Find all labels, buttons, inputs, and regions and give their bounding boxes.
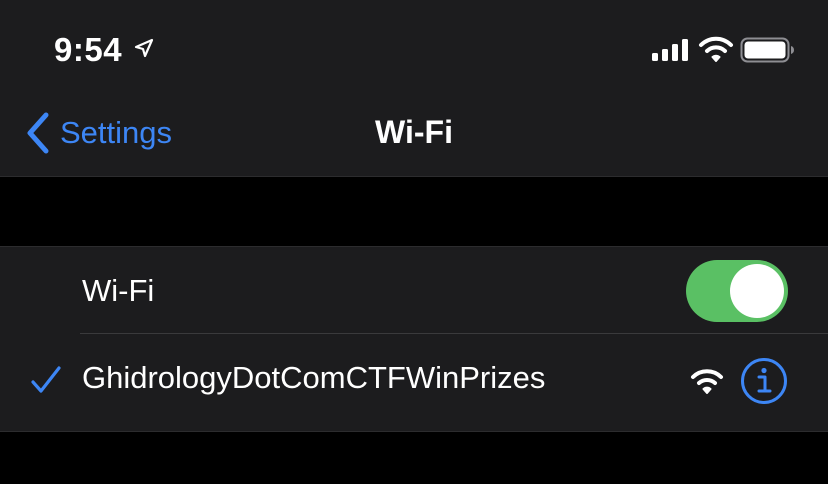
navigation-bar: Settings Wi-Fi: [0, 100, 828, 177]
network-row-connected[interactable]: GhidrologyDotComCTFWinPrizes: [0, 340, 828, 432]
battery-icon: [740, 37, 794, 63]
row-divider: [80, 333, 828, 334]
status-time: 9:54: [54, 31, 123, 68]
toggle-knob: [730, 264, 784, 318]
location-arrow-icon: [134, 38, 154, 58]
page-title: Wi-Fi: [375, 114, 453, 150]
cellular-signal-icon: [652, 39, 688, 61]
info-icon[interactable]: [740, 357, 788, 405]
wifi-toggle-row: Wi-Fi: [0, 247, 828, 339]
nav-divider: [0, 176, 828, 177]
status-bar: 9:54: [0, 0, 828, 100]
wifi-strength-icon: [691, 369, 723, 394]
wifi-toggle-label: Wi-Fi: [82, 273, 155, 308]
header-area: 9:54 Settings Wi-Fi: [0, 0, 828, 177]
wifi-icon: [699, 36, 733, 62]
wifi-toggle-switch[interactable]: [686, 260, 788, 322]
wifi-settings-group: Wi-Fi GhidrologyDotComCTFWinPrizes: [0, 246, 828, 432]
network-name: GhidrologyDotComCTFWinPrizes: [82, 360, 546, 395]
checkmark-icon: [31, 366, 61, 393]
